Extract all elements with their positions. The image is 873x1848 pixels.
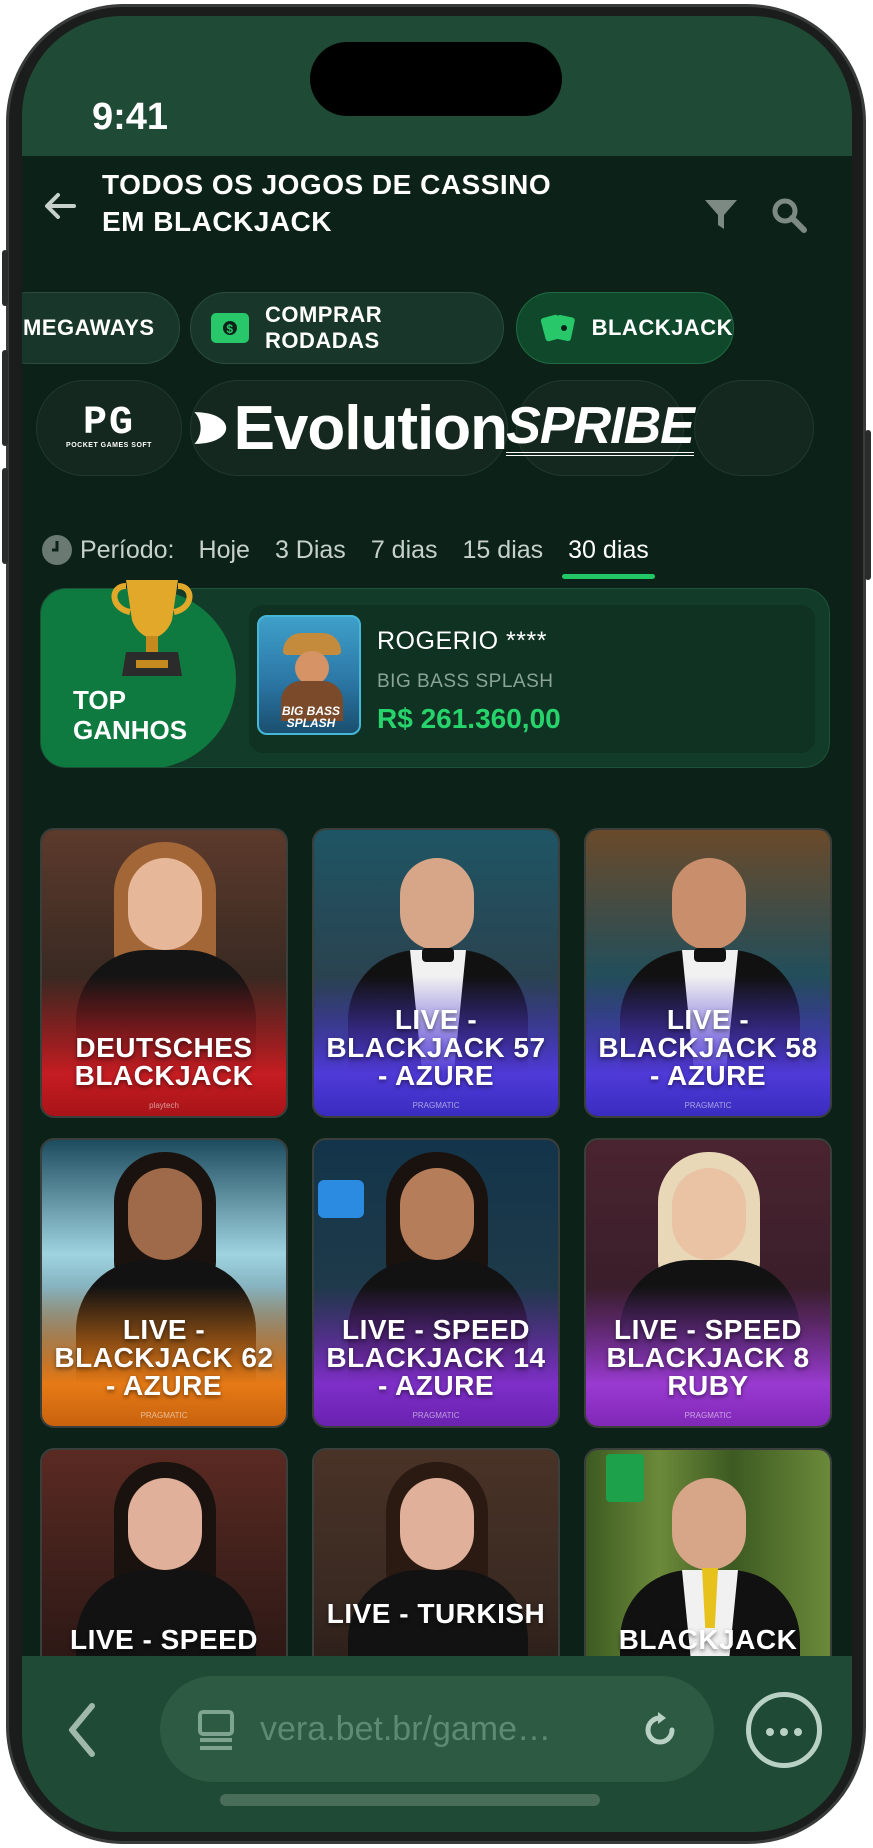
period-option-hoje[interactable]: Hoje [199,536,250,565]
thumb-game-title: BIG BASS SPLASH [281,704,340,730]
game-card[interactable]: DEUTSCHES BLACKJACK playtech [40,828,288,1118]
game-card[interactable]: LIVE - BLACKJACK 58 - AZURE PRAGMATIC [584,828,832,1118]
top-wins-label: TOP GANHOS [73,685,187,745]
page-header: TODOS OS JOGOS DE CASSINO EM BLACKJACK [22,156,852,276]
page-title-line1: TODOS OS JOGOS DE CASSINO [102,169,552,200]
game-card[interactable]: LIVE - BLACKJACK 57 - AZURE PRAGMATIC [312,828,560,1118]
provider-spribe[interactable]: SPRIBE [506,380,695,476]
status-time: 9:41 [92,96,169,138]
period-option-7-dias[interactable]: 7 dias [371,536,438,565]
period-label: Período: [80,535,175,564]
game-brand: playtech [149,1101,179,1110]
category-chip-blackjack[interactable]: BLACKJACK [516,292,734,364]
provider-pg-sub: POCKET GAMES SOFT [66,442,152,449]
top-wins-label-line2: GANHOS [73,715,188,745]
game-title: LIVE - SPEED [69,1624,259,1655]
period-option-30-dias[interactable]: 30 dias [562,536,655,579]
address-bar[interactable]: vera.bet.br/game… [160,1676,714,1782]
page-title: TODOS OS JOGOS DE CASSINO EM BLACKJACK [102,166,622,240]
volume-down-button [2,468,8,564]
category-chip-megaways[interactable]: MEGAWAYS [22,292,180,364]
winner-card[interactable]: BIG BASS SPLASH ROGERIO **** BIG BASS SP… [249,605,815,753]
back-arrow-icon[interactable] [40,186,80,226]
volume-up-button [2,350,8,446]
period-option-3-dias[interactable]: 3 Dias [275,536,346,565]
top-wins-label-line1: TOP [73,685,126,715]
trophy-icon [111,580,193,676]
game-card[interactable]: LIVE - SPEED BLACKJACK 8 RUBY PRAGMATIC [584,1138,832,1428]
games-grid: DEUTSCHES BLACKJACK playtech LIVE - BLAC… [40,828,832,1738]
game-title: LIVE - BLACKJACK 58 - AZURE [598,1004,818,1091]
game-title: LIVE - BLACKJACK 57 - AZURE [326,1004,546,1091]
screen: 9:41 TODOS OS JOGOS DE CASSINO EM BLACKJ… [22,16,852,1832]
clock-icon [42,535,72,565]
game-card[interactable]: LIVE - BLACKJACK 62 - AZURE PRAGMATIC [40,1138,288,1428]
browser-back-icon[interactable] [62,1700,102,1760]
game-thumbnail: BIG BASS SPLASH [257,615,361,735]
svg-text:$: $ [226,322,233,336]
provider-pg[interactable]: PG POCKET GAMES SOFT [36,380,182,476]
category-chip-comprar-rodadas[interactable]: $ COMPRAR RODADAS [190,292,504,364]
provider-pg-logo: PG POCKET GAMES SOFT [66,404,152,450]
winner-game: BIG BASS SPLASH [377,671,554,692]
page-title-line2: EM BLACKJACK [102,206,332,237]
game-title: LIVE - BLACKJACK 62 - AZURE [54,1314,274,1401]
page-icon[interactable] [196,1708,236,1752]
winner-amount: R$ 261.360,00 [377,703,561,734]
thumb-face [295,651,329,685]
provider-next[interactable] [694,380,814,476]
period-filter: Período: Hoje 3 Dias 7 dias 15 dias 30 d… [42,520,842,580]
search-icon[interactable] [770,196,808,234]
game-title: BLACKJACK [618,1624,798,1655]
game-title: DEUTSCHES BLACKJACK [74,1032,254,1091]
home-indicator[interactable] [220,1794,600,1806]
provider-evolution-name: Evolution [233,393,508,463]
filter-icon[interactable] [702,196,740,234]
winner-name: ROGERIO **** [377,627,547,655]
game-brand: PRAGMATIC [412,1411,460,1420]
game-card[interactable]: LIVE - SPEED BLACKJACK 14 - AZURE PRAGMA… [312,1138,560,1428]
provider-strip: PG POCKET GAMES SOFT Evolution SPRIBE [22,380,852,476]
game-brand: PRAGMATIC [684,1101,732,1110]
category-label: MEGAWAYS [23,315,155,340]
cards-icon [539,313,576,343]
game-brand: PRAGMATIC [412,1101,460,1110]
game-brand: PRAGMATIC [684,1411,732,1420]
category-chips: MEGAWAYS $ COMPRAR RODADAS BLACKJACK [22,292,852,364]
power-button [865,430,871,580]
game-brand: PRAGMATIC [140,1411,188,1420]
provider-pg-name: PG [82,401,135,446]
evolution-logo-icon [194,412,227,444]
provider-evolution[interactable]: Evolution [190,380,508,476]
category-label: BLACKJACK [591,315,733,340]
money-icon: $ [211,313,249,343]
dynamic-island [310,42,562,116]
side-button [2,250,8,306]
provider-spribe-name: SPRIBE [506,397,695,456]
url-text[interactable]: vera.bet.br/game… [260,1710,551,1749]
period-option-15-dias[interactable]: 15 dias [463,536,544,565]
more-options-icon[interactable] [746,1692,822,1768]
category-label: COMPRAR RODADAS [264,302,383,353]
game-title: LIVE - SPEED BLACKJACK 14 - AZURE [326,1314,546,1401]
game-title: LIVE - TURKISH [326,1598,546,1629]
game-title: LIVE - SPEED BLACKJACK 8 RUBY [606,1314,810,1401]
reload-icon[interactable] [640,1710,680,1750]
